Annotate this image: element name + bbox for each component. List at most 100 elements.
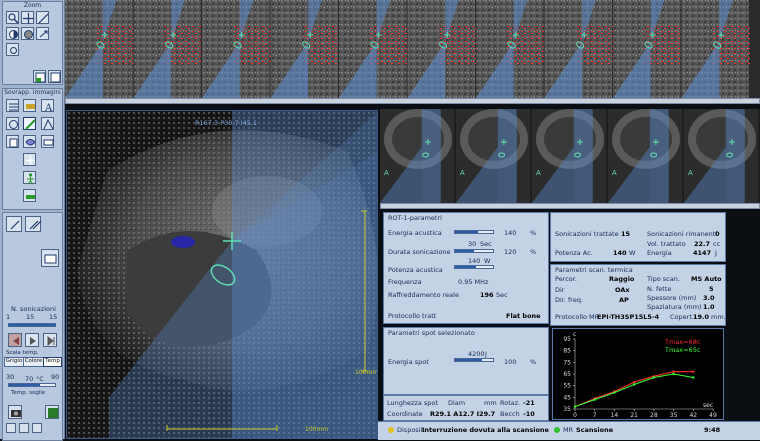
series-point <box>672 372 675 376</box>
top-thumbnail[interactable] <box>407 0 477 98</box>
circle-icon[interactable] <box>6 117 19 130</box>
frequency-value: 0.95 MHz <box>458 278 489 286</box>
mm-label: mm <box>484 399 497 407</box>
x-axis-label: sec <box>703 402 713 409</box>
window-level-icon[interactable] <box>21 27 34 40</box>
thumbnail-images[interactable] <box>65 0 760 98</box>
spot-length-label: Lunghezza spot <box>387 399 438 407</box>
grid-icon[interactable] <box>48 70 61 83</box>
region-icon[interactable] <box>23 135 36 148</box>
measure-icon[interactable] <box>36 11 49 24</box>
bone-icon[interactable] <box>41 135 54 148</box>
series-point <box>672 370 675 373</box>
sonic-prev-icon[interactable] <box>6 216 22 232</box>
device-status-light-icon <box>388 427 394 433</box>
angle-icon[interactable] <box>41 117 54 130</box>
scan-thumbnail[interactable]: A <box>684 109 758 203</box>
spacing-value: 1.0 <box>703 303 715 311</box>
scale-gray-button[interactable]: Grigio <box>4 357 24 367</box>
play-arrow-icon[interactable] <box>25 333 39 347</box>
beam-icon[interactable] <box>23 117 36 130</box>
text-icon[interactable]: A <box>41 99 54 113</box>
top-thumbnail[interactable] <box>202 0 271 98</box>
energy-label: Energia <box>647 249 672 257</box>
power-slider[interactable] <box>454 265 494 269</box>
y-axis-label: c <box>573 331 576 338</box>
y-tick-label: 35 <box>563 406 571 413</box>
left-toolbar: Zoom Sovrapp. immagini A N. sonicazioni … <box>0 0 65 441</box>
duration-pct: 120 <box>504 248 517 256</box>
scan-thumbnail[interactable]: A <box>380 109 454 203</box>
power-unit: W <box>484 257 491 265</box>
reset-icon[interactable] <box>6 43 19 56</box>
view-large-icon[interactable] <box>32 423 42 433</box>
scan-thumbnail[interactable]: A <box>608 109 682 203</box>
mr-protocol-label: Protocollo MR <box>555 313 600 321</box>
camera-icon[interactable] <box>8 405 22 419</box>
zoom-icon[interactable] <box>6 11 19 24</box>
remaining-label: Sonicazioni rimanenti <box>647 230 718 238</box>
dir-label: Dir <box>555 286 565 294</box>
x-tick-label: 0 <box>573 412 577 419</box>
spot-parameters-panel: Parametri spot selezionato 4200 J Energi… <box>383 327 549 395</box>
rotate-icon[interactable] <box>36 27 49 40</box>
view-small-icon[interactable] <box>6 423 16 433</box>
y-tick-label: 45 <box>563 394 571 401</box>
thickness-value: 3.0 <box>703 294 715 302</box>
top-thumbnail-strip <box>65 0 760 98</box>
contrast-icon[interactable] <box>6 27 19 40</box>
temp-slider[interactable] <box>8 383 56 387</box>
layout-icon[interactable] <box>33 70 46 83</box>
rotation-value: -21 <box>523 399 535 407</box>
top-thumbnail[interactable] <box>133 0 203 98</box>
top-thumbnail[interactable] <box>476 0 545 98</box>
duration-slider[interactable] <box>454 249 494 253</box>
right-strip-scrollbar[interactable] <box>380 203 760 209</box>
top-thumbnail[interactable] <box>270 0 340 98</box>
protocol-label: Protocollo tratt <box>388 312 437 320</box>
cylinder-icon[interactable] <box>6 135 19 148</box>
scan-thumbnails[interactable]: AAAAA <box>380 109 760 203</box>
view-med-icon[interactable] <box>19 423 29 433</box>
top-thumbnail[interactable] <box>613 0 682 98</box>
tilt-label: Becch <box>500 410 520 418</box>
figure-icon[interactable] <box>23 171 36 185</box>
sonic-next-icon[interactable] <box>25 216 42 232</box>
status-bar: Disposit. Interruzione dovuta alla scans… <box>378 421 760 440</box>
patient-icon[interactable] <box>23 189 36 202</box>
thermal-scan-panel: Parametri scan. termica Percor. Raggio T… <box>550 264 726 326</box>
top-strip-scrollbar[interactable] <box>65 98 760 104</box>
sonication-slider[interactable] <box>8 323 56 327</box>
top-thumbnail[interactable] <box>544 0 614 98</box>
treatment-icon[interactable] <box>41 249 59 267</box>
top-thumbnail[interactable] <box>65 0 134 98</box>
scale-color-button[interactable]: Colore <box>23 357 44 367</box>
top-thumbnail[interactable] <box>339 0 408 98</box>
lines-icon[interactable] <box>6 99 19 112</box>
cooling-label: Raffreddamento reale <box>388 291 459 299</box>
last-arrow-icon[interactable] <box>43 333 57 347</box>
acoustic-energy-slider[interactable] <box>454 230 494 234</box>
pct-sign-1: % <box>530 229 537 237</box>
freq-dir-value: AP <box>619 296 629 304</box>
pan-icon[interactable] <box>21 11 34 24</box>
scale-right-label: 100mm <box>355 369 378 376</box>
series-line <box>574 371 694 408</box>
save-icon[interactable] <box>45 405 59 419</box>
band-icon[interactable] <box>23 99 36 112</box>
acoustic-energy-label: Energia acustica <box>388 229 442 237</box>
main-mr-image[interactable]: R167.3 P30.7 I45.1 100mm 100mm <box>66 110 378 439</box>
scale-temp-button[interactable]: Temp <box>43 357 62 367</box>
top-thumbnail[interactable] <box>681 0 751 98</box>
thermal-panel-title: Parametri scan. termica <box>555 266 633 274</box>
scan-thumbnail[interactable]: A <box>456 109 530 203</box>
crosshair-icon[interactable] <box>23 153 36 166</box>
prev-arrow-icon[interactable] <box>8 333 22 347</box>
scan-thumbnail[interactable]: A <box>532 109 606 203</box>
slice-coordinates: R167.3 P30.7 I45.1 <box>195 119 258 127</box>
coverage-value: 19.0 <box>693 313 710 321</box>
temp-unit: °C <box>36 375 44 383</box>
spot-energy-slider[interactable] <box>454 358 494 362</box>
temperature-chart: 35 45 55 65 75 85 95 0 7 14 21 28 35 42 49 c sec Tmax=68c… <box>552 328 724 420</box>
temp-min: 30 <box>6 373 15 381</box>
